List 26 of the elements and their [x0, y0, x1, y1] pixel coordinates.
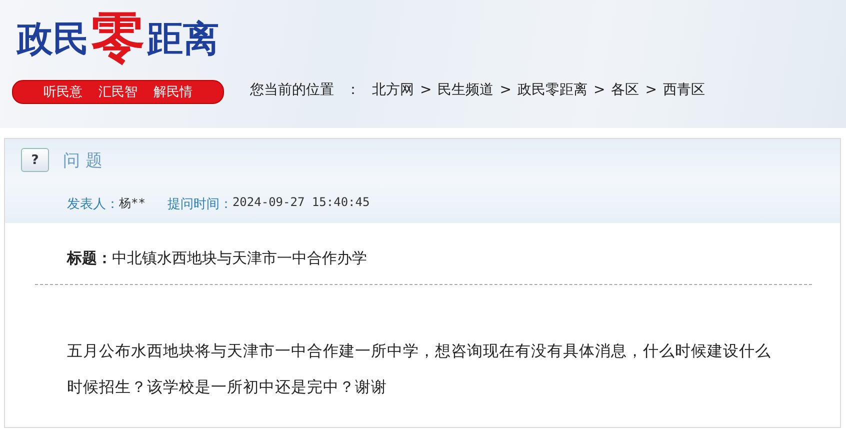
- question-time: 2024-09-27 15:40:45: [232, 195, 370, 211]
- author-label: 发表人：: [67, 196, 119, 213]
- breadcrumb-link[interactable]: 各区: [611, 81, 640, 99]
- logo-text: 零: [90, 6, 146, 68]
- breadcrumb-label: 您当前的位置: [250, 81, 334, 99]
- slogan-text: 听民意: [44, 84, 82, 101]
- breadcrumb-separator: >: [593, 82, 606, 98]
- question-title: 中北镇水西地块与天津市一中合作办学: [112, 249, 367, 268]
- slogan-text: 汇民智: [98, 84, 138, 101]
- question-body: 五月公布水西地块将与天津市一中合作建一所中学，想咨询现在有没有具体消息，什么时候建设什么时候招生？该学校是一所初中还是完中？谢谢: [67, 341, 772, 398]
- title-label: 标题：: [67, 249, 112, 268]
- breadcrumb-link[interactable]: 政民零距离: [517, 81, 588, 99]
- slogan-text: 解民情: [154, 84, 192, 101]
- author-name: 杨**: [119, 195, 146, 212]
- breadcrumb-link[interactable]: 西青区: [662, 81, 705, 99]
- breadcrumb-separator: >: [500, 82, 512, 98]
- breadcrumb-link[interactable]: 民生频道: [438, 81, 494, 99]
- breadcrumb-separator: >: [420, 82, 432, 98]
- breadcrumb-separator: >: [645, 82, 657, 98]
- question-icon: ?: [21, 148, 49, 172]
- breadcrumb-link[interactable]: 北方网: [372, 81, 414, 99]
- panel-heading: 问 题: [63, 150, 102, 172]
- logo-text: 距离: [146, 19, 220, 61]
- time-label: 提问时间：: [167, 196, 232, 213]
- logo-text: 政民: [16, 19, 90, 61]
- breadcrumb-colon: ：: [346, 81, 360, 99]
